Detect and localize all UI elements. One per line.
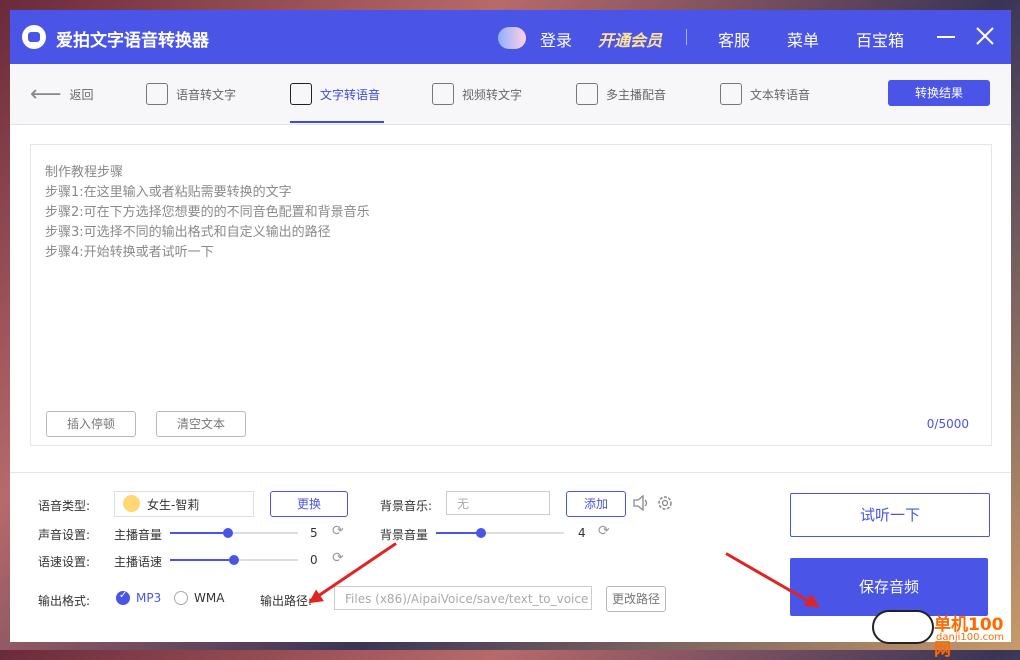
vip-avatar-icon[interactable] <box>498 27 526 49</box>
mp3-radio[interactable] <box>116 590 130 605</box>
section-divider <box>10 472 1011 473</box>
anchor-speed-label: 主播语速 <box>114 555 163 569</box>
vip-link[interactable]: 开通会员 <box>598 27 662 51</box>
slider-fill <box>436 532 481 534</box>
voice-selector[interactable]: 女生-智莉 <box>114 491 254 517</box>
tab-label: 多主播配音 <box>606 87 667 102</box>
tab-bar: ⟵ 返回 语音转文字 文字转语音 视频转文字 多主播配音 文本转语音 转换结果 <box>10 64 1011 125</box>
voice-type-label: 语音类型: <box>38 499 91 513</box>
slider-knob[interactable] <box>222 528 233 538</box>
watermark-url: danji100.com <box>936 632 1004 643</box>
tab-text-to-speech[interactable]: 文字转语音 <box>290 64 380 124</box>
bg-volume-slider[interactable] <box>436 528 564 538</box>
tab-label: 语音转文字 <box>176 87 237 102</box>
minimize-button[interactable] <box>932 22 960 50</box>
minimize-icon <box>937 36 955 38</box>
editor-line: 制作教程步骤 <box>45 165 124 180</box>
change-path-button[interactable]: 更改路径 <box>606 586 666 612</box>
output-format-label: 输出格式: <box>38 594 91 608</box>
conversion-result-button[interactable]: 转换结果 <box>888 80 990 106</box>
reset-speed-icon[interactable]: ⟳ <box>332 550 344 566</box>
toolbox-link[interactable]: 百宝箱 <box>856 27 904 51</box>
clear-text-button[interactable]: 清空文本 <box>156 411 246 437</box>
bg-volume-label: 背景音量 <box>380 528 429 542</box>
watermark-logo-icon <box>872 610 934 644</box>
try-listen-button[interactable]: 试听一下 <box>790 493 990 537</box>
anchor-volume-label: 主播音量 <box>114 528 163 542</box>
login-link[interactable]: 登录 <box>540 27 572 51</box>
service-link[interactable]: 客服 <box>718 27 750 51</box>
speaker-icon[interactable] <box>632 494 650 512</box>
voice-name: 女生-智莉 <box>147 498 200 512</box>
bg-music-input[interactable]: 无 <box>446 491 550 515</box>
reset-bg-volume-icon[interactable]: ⟳ <box>598 523 610 539</box>
editor-line: 步骤3:可选择不同的输出格式和自定义输出的路径 <box>45 225 331 240</box>
sound-settings-label: 声音设置: <box>38 528 91 542</box>
title-bar: 爱拍文字语音转换器 登录 开通会员 客服 菜单 百宝箱 <box>10 10 1011 64</box>
text-editor[interactable]: 制作教程步骤 步骤1:在这里输入或者粘贴需要转换的文字 步骤2:可在下方选择您想… <box>30 144 992 446</box>
voice-avatar <box>123 495 140 512</box>
slider-fill <box>170 559 234 561</box>
active-tab-indicator <box>290 121 384 123</box>
speech-to-text-icon <box>146 83 168 105</box>
editor-line: 步骤2:可在下方选择您想要的的不同音色配置和背景音乐 <box>45 205 370 220</box>
tab-speech-to-text[interactable]: 语音转文字 <box>146 64 236 124</box>
close-icon <box>976 27 994 45</box>
back-arrow-icon: ⟵ <box>30 81 62 107</box>
multi-anchor-icon <box>576 83 598 105</box>
tab-video-to-text[interactable]: 视频转文字 <box>432 64 522 124</box>
reset-volume-icon[interactable]: ⟳ <box>332 523 344 539</box>
bg-music-label: 背景音乐: <box>380 499 433 513</box>
insert-pause-button[interactable]: 插入停顿 <box>46 411 136 437</box>
slider-knob[interactable] <box>475 528 486 538</box>
anchor-speed-slider[interactable] <box>170 555 298 565</box>
speed-settings-label: 语速设置: <box>38 555 91 569</box>
tab-document-to-speech[interactable]: 文本转语音 <box>720 64 810 124</box>
output-path-input[interactable]: Files (x86)/AipaiVoice/save/text_to_voic… <box>334 586 592 610</box>
editor-line: 步骤4:开始转换或者试听一下 <box>45 245 214 260</box>
close-button[interactable] <box>971 22 999 50</box>
back-label: 返回 <box>69 87 94 102</box>
change-voice-button[interactable]: 更换 <box>270 491 348 517</box>
editor-line: 步骤1:在这里输入或者粘贴需要转换的文字 <box>45 185 292 200</box>
slider-knob[interactable] <box>229 555 239 565</box>
video-to-text-icon <box>432 83 454 105</box>
output-path-label: 输出路径: <box>260 594 313 608</box>
tab-multi-anchor[interactable]: 多主播配音 <box>576 64 666 124</box>
app-logo-icon <box>22 25 46 49</box>
tab-label: 视频转文字 <box>462 87 523 102</box>
slider-fill <box>170 532 228 534</box>
app-title: 爱拍文字语音转换器 <box>56 31 209 51</box>
wma-radio[interactable] <box>174 591 188 605</box>
tab-label: 文本转语音 <box>750 87 811 102</box>
tab-label: 文字转语音 <box>320 87 381 102</box>
char-counter: 0/5000 <box>926 417 969 431</box>
wma-label[interactable]: WMA <box>194 591 224 605</box>
anchor-volume-value: 5 <box>310 526 318 540</box>
add-music-button[interactable]: 添加 <box>566 491 626 517</box>
bg-volume-value: 4 <box>578 526 586 540</box>
text-to-speech-icon <box>290 83 312 105</box>
mp3-label[interactable]: MP3 <box>136 591 161 605</box>
watermark: 单机100网 danji100.com <box>872 608 1020 660</box>
gear-icon[interactable] <box>656 494 674 512</box>
app-window: 爱拍文字语音转换器 登录 开通会员 客服 菜单 百宝箱 ⟵ 返回 语音转文字 文… <box>10 10 1011 642</box>
anchor-volume-slider[interactable] <box>170 528 298 538</box>
title-separator <box>686 29 687 45</box>
document-icon <box>720 83 742 105</box>
back-button[interactable]: ⟵ 返回 <box>30 64 94 124</box>
anchor-speed-value: 0 <box>310 553 318 567</box>
menu-link[interactable]: 菜单 <box>787 27 819 51</box>
